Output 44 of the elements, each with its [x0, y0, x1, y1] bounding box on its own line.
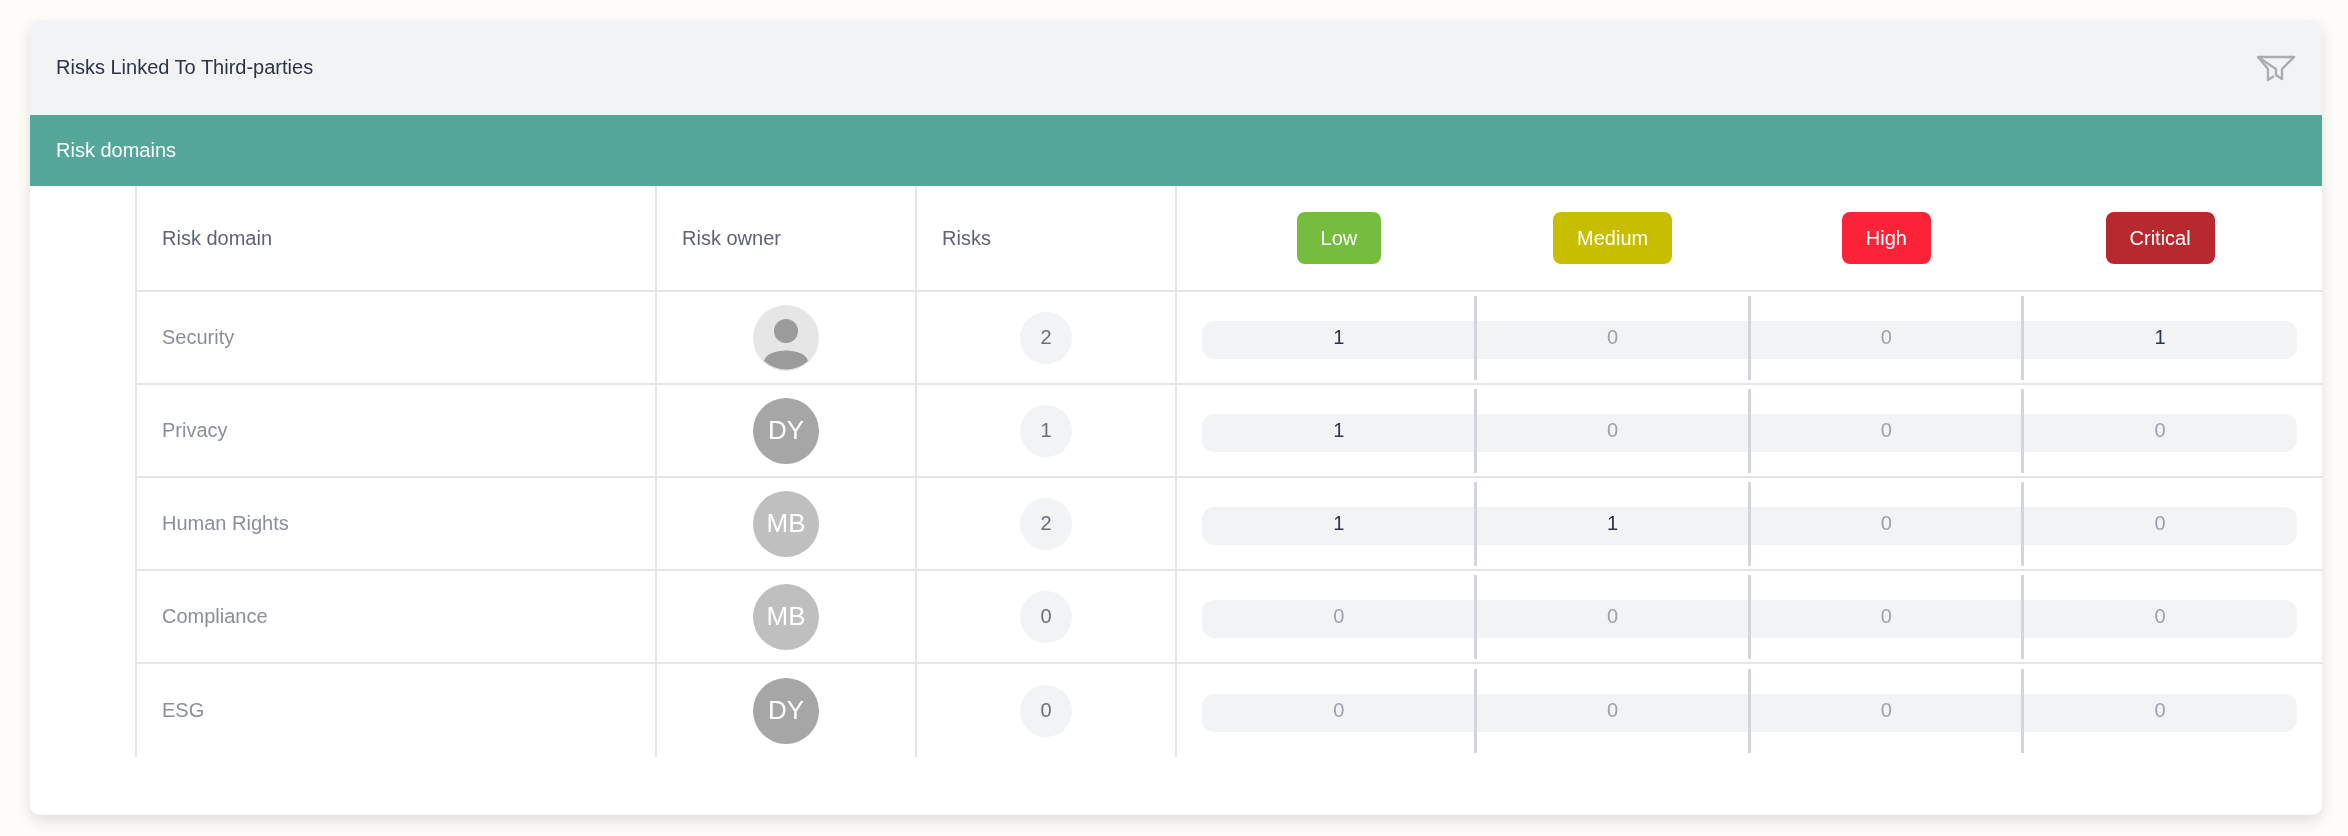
level-badge: Medium	[1553, 212, 1673, 264]
level-count: 0	[1880, 512, 1892, 535]
level-count: 1	[2154, 326, 2166, 349]
level-count: 1	[1333, 419, 1345, 442]
level-count: 1	[1607, 512, 1619, 535]
owner-avatar: DY	[753, 397, 819, 464]
level-count: 0	[2154, 605, 2166, 628]
column-header: Risks	[915, 186, 1175, 290]
level-count: 1	[1333, 512, 1345, 535]
level-count: 0	[2154, 699, 2166, 722]
level-count: 0	[1607, 605, 1619, 628]
level-count: 1	[1333, 326, 1345, 349]
domain-cell: Security	[135, 292, 655, 383]
level-count: 0	[2154, 419, 2166, 442]
risk-count-badge: 2	[1020, 497, 1072, 550]
risk-count-badge: 2	[1020, 311, 1072, 364]
level-count: 0	[1880, 326, 1892, 349]
owner-avatar: DY	[753, 677, 819, 744]
owner-avatar: MB	[753, 583, 819, 650]
user-silhouette-icon	[753, 304, 819, 371]
column-header: Risk domain	[135, 186, 655, 290]
level-count: 0	[1880, 419, 1892, 442]
level-badge: Critical	[2105, 212, 2215, 264]
level-count: 0	[1607, 699, 1619, 722]
section-title: Risk domains	[56, 139, 177, 162]
level-count: 0	[1880, 605, 1892, 628]
level-count: 0	[1880, 699, 1892, 722]
panel-title: Risks Linked To Third-parties	[56, 56, 314, 79]
risk-count-badge: 0	[1020, 684, 1072, 737]
level-badge: High	[1841, 212, 1931, 264]
domain-cell: Human Rights	[135, 478, 655, 569]
owner-avatar: MB	[753, 490, 819, 557]
level-count: 0	[2154, 512, 2166, 535]
level-badge: Low	[1296, 212, 1382, 264]
risk-count-badge: 0	[1020, 590, 1072, 643]
level-count: 0	[1607, 419, 1619, 442]
domain-cell: Compliance	[135, 571, 655, 662]
level-count: 0	[1333, 699, 1345, 722]
level-count: 0	[1607, 326, 1619, 349]
domain-cell: ESG	[135, 664, 655, 757]
risk-count-badge: 1	[1020, 404, 1072, 457]
column-header: Risk owner	[655, 186, 915, 290]
level-count: 0	[1333, 605, 1345, 628]
domain-cell: Privacy	[135, 385, 655, 476]
